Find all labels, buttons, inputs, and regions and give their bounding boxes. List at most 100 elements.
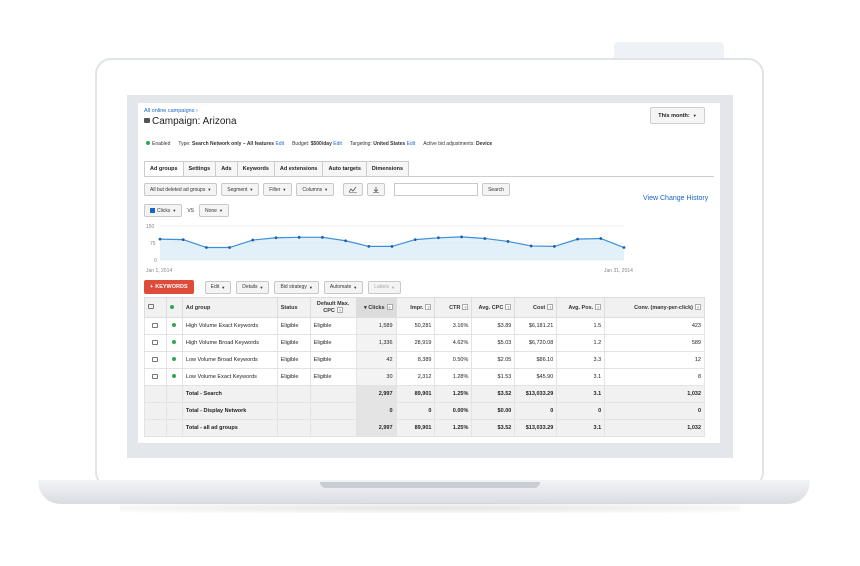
chart-point[interactable]: [622, 246, 626, 249]
chart-point[interactable]: [344, 239, 347, 243]
date-range-button[interactable]: This month: ▼: [650, 107, 705, 124]
edit-type-link[interactable]: Edit: [275, 141, 284, 147]
max-cpc-cell[interactable]: Eligible: [309, 351, 357, 369]
row-status-cell[interactable]: [165, 317, 183, 335]
row-select-cell[interactable]: [144, 351, 167, 369]
chart-point[interactable]: [228, 246, 231, 249]
tab-ad-groups[interactable]: Ad groups: [144, 161, 184, 177]
row-select-cell[interactable]: [144, 368, 167, 386]
tab-settings[interactable]: Settings: [183, 161, 217, 177]
bid-strategy-button[interactable]: Bid strategy ▼: [274, 280, 319, 294]
filter-button[interactable]: Filter ▼: [263, 183, 293, 196]
chart-point[interactable]: [297, 235, 301, 239]
segment-button[interactable]: Segment ▼: [221, 183, 260, 196]
tab-auto-targets[interactable]: Auto targets: [323, 161, 367, 177]
line-chart-button[interactable]: [343, 183, 364, 196]
select-all-header[interactable]: [144, 297, 167, 318]
chart-point[interactable]: [460, 235, 463, 239]
ad-group-link[interactable]: High Volume Exact Keywords: [181, 317, 278, 335]
chart-point[interactable]: [576, 237, 579, 241]
breadcrumb[interactable]: All online campaigns ›: [144, 108, 198, 114]
ad-group-filter-select[interactable]: All but deleted ad groups ▼: [144, 183, 218, 196]
add-keywords-button[interactable]: + KEYWORDS: [144, 280, 194, 294]
row-select-cell[interactable]: [144, 317, 167, 335]
search-button[interactable]: Search: [482, 183, 510, 196]
page-title: Campaign: Arizona: [144, 116, 237, 127]
chevron-down-icon: ▼: [249, 187, 254, 192]
chart-point[interactable]: [483, 237, 487, 240]
ad-group-link[interactable]: Low Volume Exact Keywords: [181, 368, 278, 386]
tab-keywords[interactable]: Keywords: [237, 161, 275, 177]
col-ctr[interactable]: CTR?: [434, 297, 473, 318]
chart-point[interactable]: [205, 246, 208, 249]
help-icon[interactable]: ?: [425, 304, 432, 310]
col-impr[interactable]: Impr.?: [395, 297, 436, 318]
columns-button[interactable]: Columns ▼: [296, 183, 335, 196]
total-label: Total - Display Network: [181, 402, 278, 420]
ad-group-link[interactable]: Low Volume Broad Keywords: [181, 351, 278, 369]
chart-point[interactable]: [158, 237, 162, 241]
max-cpc-cell[interactable]: Eligible: [309, 368, 357, 386]
chart-point[interactable]: [506, 240, 510, 243]
chart-point[interactable]: [390, 245, 394, 248]
edit-button[interactable]: Edit ▼: [204, 280, 232, 294]
conv-cell: 423: [604, 317, 705, 335]
row-status-cell[interactable]: [165, 351, 183, 369]
chart-point[interactable]: [367, 245, 371, 248]
chart-point[interactable]: [181, 238, 185, 241]
empty-cell: [309, 385, 357, 403]
ad-group-link[interactable]: High Volume Broad Keywords: [181, 334, 278, 352]
chart-point[interactable]: [553, 245, 556, 248]
bid-adjustments: Active bid adjustments: Device: [423, 141, 493, 147]
tab-ad-extensions[interactable]: Ad extensions: [274, 161, 324, 177]
chart-point[interactable]: [321, 235, 324, 239]
col-conv[interactable]: Conv. (many-per-click)?: [604, 297, 705, 318]
chart-point[interactable]: [529, 244, 533, 248]
metric2-select[interactable]: None ▼: [198, 204, 229, 217]
labels-button[interactable]: Labels ▼: [368, 280, 401, 294]
help-icon[interactable]: ?: [695, 304, 701, 310]
table-row[interactable]: High Volume Broad Keywords Eligible Eligib…: [144, 334, 705, 352]
chart-point[interactable]: [413, 238, 417, 241]
help-icon[interactable]: ?: [336, 307, 343, 313]
help-icon[interactable]: ?: [462, 304, 469, 310]
help-icon[interactable]: ?: [595, 304, 602, 310]
details-button[interactable]: Details ▼: [236, 280, 270, 294]
search-input[interactable]: [394, 183, 479, 196]
chart-point[interactable]: [437, 236, 440, 240]
table-row[interactable]: Low Volume Broad Keywords Eligible Eligibl…: [144, 351, 705, 369]
chart-point[interactable]: [251, 238, 255, 242]
chevron-down-icon: ▼: [353, 284, 358, 290]
col-avg-pos[interactable]: Avg. Pos.?: [556, 297, 606, 318]
metric1-select[interactable]: Clicks ▼: [144, 204, 183, 217]
max-cpc-cell[interactable]: Eligible: [309, 317, 357, 335]
total-avg_cpc-cell: $0.00: [471, 402, 516, 420]
col-default-max-cpc[interactable]: Default Max. CPC?: [309, 297, 357, 318]
edit-targeting-link[interactable]: Edit: [407, 141, 416, 147]
tab-dimensions[interactable]: Dimensions: [366, 161, 410, 177]
download-button[interactable]: [367, 183, 386, 196]
total-cost-cell: 0: [514, 402, 558, 420]
row-status-cell[interactable]: [165, 368, 183, 386]
view-change-history-link[interactable]: View Change History: [643, 195, 708, 202]
row-status-cell[interactable]: [165, 334, 183, 352]
help-icon[interactable]: ?: [547, 304, 554, 310]
col-ad-group[interactable]: Ad group: [181, 297, 278, 318]
col-avg-cpc[interactable]: Avg. CPC?: [471, 297, 516, 318]
chart-point[interactable]: [599, 237, 603, 240]
col-status[interactable]: Status: [276, 297, 311, 318]
col-cost[interactable]: Cost?: [514, 297, 558, 318]
col-clicks[interactable]: ▾ Clicks?: [355, 297, 397, 318]
table-row[interactable]: Low Volume Exact Keywords Eligible Eligibl…: [144, 368, 705, 386]
tab-ads[interactable]: Ads: [216, 161, 238, 177]
chart-point[interactable]: [274, 236, 278, 240]
max-cpc-cell[interactable]: Eligible: [309, 334, 357, 352]
help-icon[interactable]: ?: [505, 304, 512, 310]
select-icon: [148, 304, 154, 309]
row-select-cell[interactable]: [144, 334, 167, 352]
campaign-targeting: Targeting: United States Edit: [349, 141, 416, 147]
edit-budget-link[interactable]: Edit: [333, 141, 342, 147]
automate-button[interactable]: Automate ▼: [323, 280, 364, 294]
table-row[interactable]: High Volume Exact Keywords Eligible Eligib…: [144, 317, 705, 335]
help-icon[interactable]: ?: [386, 304, 393, 310]
